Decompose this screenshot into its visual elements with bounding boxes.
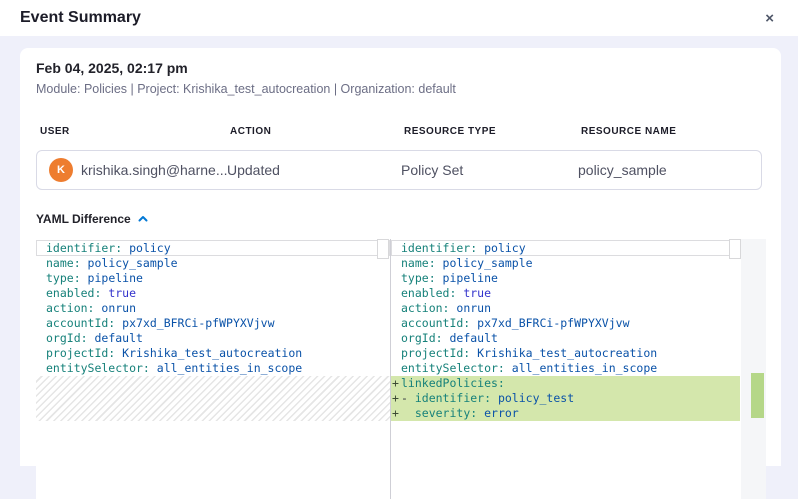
table-header-row: USER ACTION RESOURCE TYPE RESOURCE NAME xyxy=(36,126,765,137)
event-metadata: Module: Policies | Project: Krishika_tes… xyxy=(36,82,765,96)
yaml-line: entitySelector: all_entities_in_scope xyxy=(36,361,390,376)
yaml-line: enabled: true xyxy=(36,286,390,301)
yaml-line: action: onrun xyxy=(391,301,740,316)
column-header-action: ACTION xyxy=(230,126,404,137)
close-icon[interactable]: × xyxy=(761,9,778,28)
user-email: krishika.singh@harne... xyxy=(81,162,227,178)
table-row: K krishika.singh@harne... Updated Policy… xyxy=(36,150,762,190)
cell-action: Updated xyxy=(227,162,401,178)
cell-resource-name: policy_sample xyxy=(578,162,761,178)
yaml-line: entitySelector: all_entities_in_scope xyxy=(391,361,740,376)
yaml-line: enabled: true xyxy=(391,286,740,301)
event-timestamp: Feb 04, 2025, 02:17 pm xyxy=(36,60,765,76)
yaml-line: accountId: px7xd_BFRCi-pfWPYXVjvw xyxy=(36,316,390,331)
yaml-line: identifier: policy xyxy=(36,241,390,256)
yaml-line: projectId: Krishika_test_autocreation xyxy=(36,346,390,361)
minimap-added-indicator xyxy=(751,373,764,418)
diff-pane-modified: identifier: policyname: policy_sampletyp… xyxy=(391,239,740,499)
yaml-line: type: pipeline xyxy=(36,271,390,286)
yaml-difference-label: YAML Difference xyxy=(36,212,131,226)
yaml-line: projectId: Krishika_test_autocreation xyxy=(391,346,740,361)
yaml-added-line: + severity: error xyxy=(391,406,740,421)
yaml-line: accountId: px7xd_BFRCi-pfWPYXVjvw xyxy=(391,316,740,331)
yaml-line: identifier: policy xyxy=(391,241,740,256)
column-header-resource-type: RESOURCE TYPE xyxy=(404,126,581,137)
event-summary-card: Feb 04, 2025, 02:17 pm Module: Policies … xyxy=(20,48,781,466)
yaml-line: type: pipeline xyxy=(391,271,740,286)
diff-minimap[interactable] xyxy=(741,239,766,499)
scrollbar-thumb-right[interactable] xyxy=(729,239,741,259)
yaml-difference-toggle[interactable]: YAML Difference xyxy=(36,212,149,226)
avatar: K xyxy=(49,158,73,182)
yaml-line: name: policy_sample xyxy=(391,256,740,271)
column-header-resource-name: RESOURCE NAME xyxy=(581,126,765,137)
yaml-line: orgId: default xyxy=(391,331,740,346)
yaml-line: action: onrun xyxy=(36,301,390,316)
modal-header: Event Summary × xyxy=(0,0,798,36)
diff-placeholder-hatch xyxy=(36,376,390,421)
cell-user: K krishika.singh@harne... xyxy=(37,158,227,182)
chevron-up-icon xyxy=(137,213,149,225)
cell-resource-type: Policy Set xyxy=(401,162,578,178)
yaml-line: name: policy_sample xyxy=(36,256,390,271)
scrollbar-thumb-left[interactable] xyxy=(377,239,389,259)
yaml-line: orgId: default xyxy=(36,331,390,346)
yaml-diff-viewer[interactable]: identifier: policyname: policy_sampletyp… xyxy=(36,239,766,499)
column-header-user: USER xyxy=(40,126,230,137)
diff-pane-original: identifier: policyname: policy_sampletyp… xyxy=(36,239,390,499)
page-title: Event Summary xyxy=(20,9,141,27)
yaml-added-line: +- identifier: policy_test xyxy=(391,391,740,406)
yaml-added-line: +linkedPolicies: xyxy=(391,376,740,391)
